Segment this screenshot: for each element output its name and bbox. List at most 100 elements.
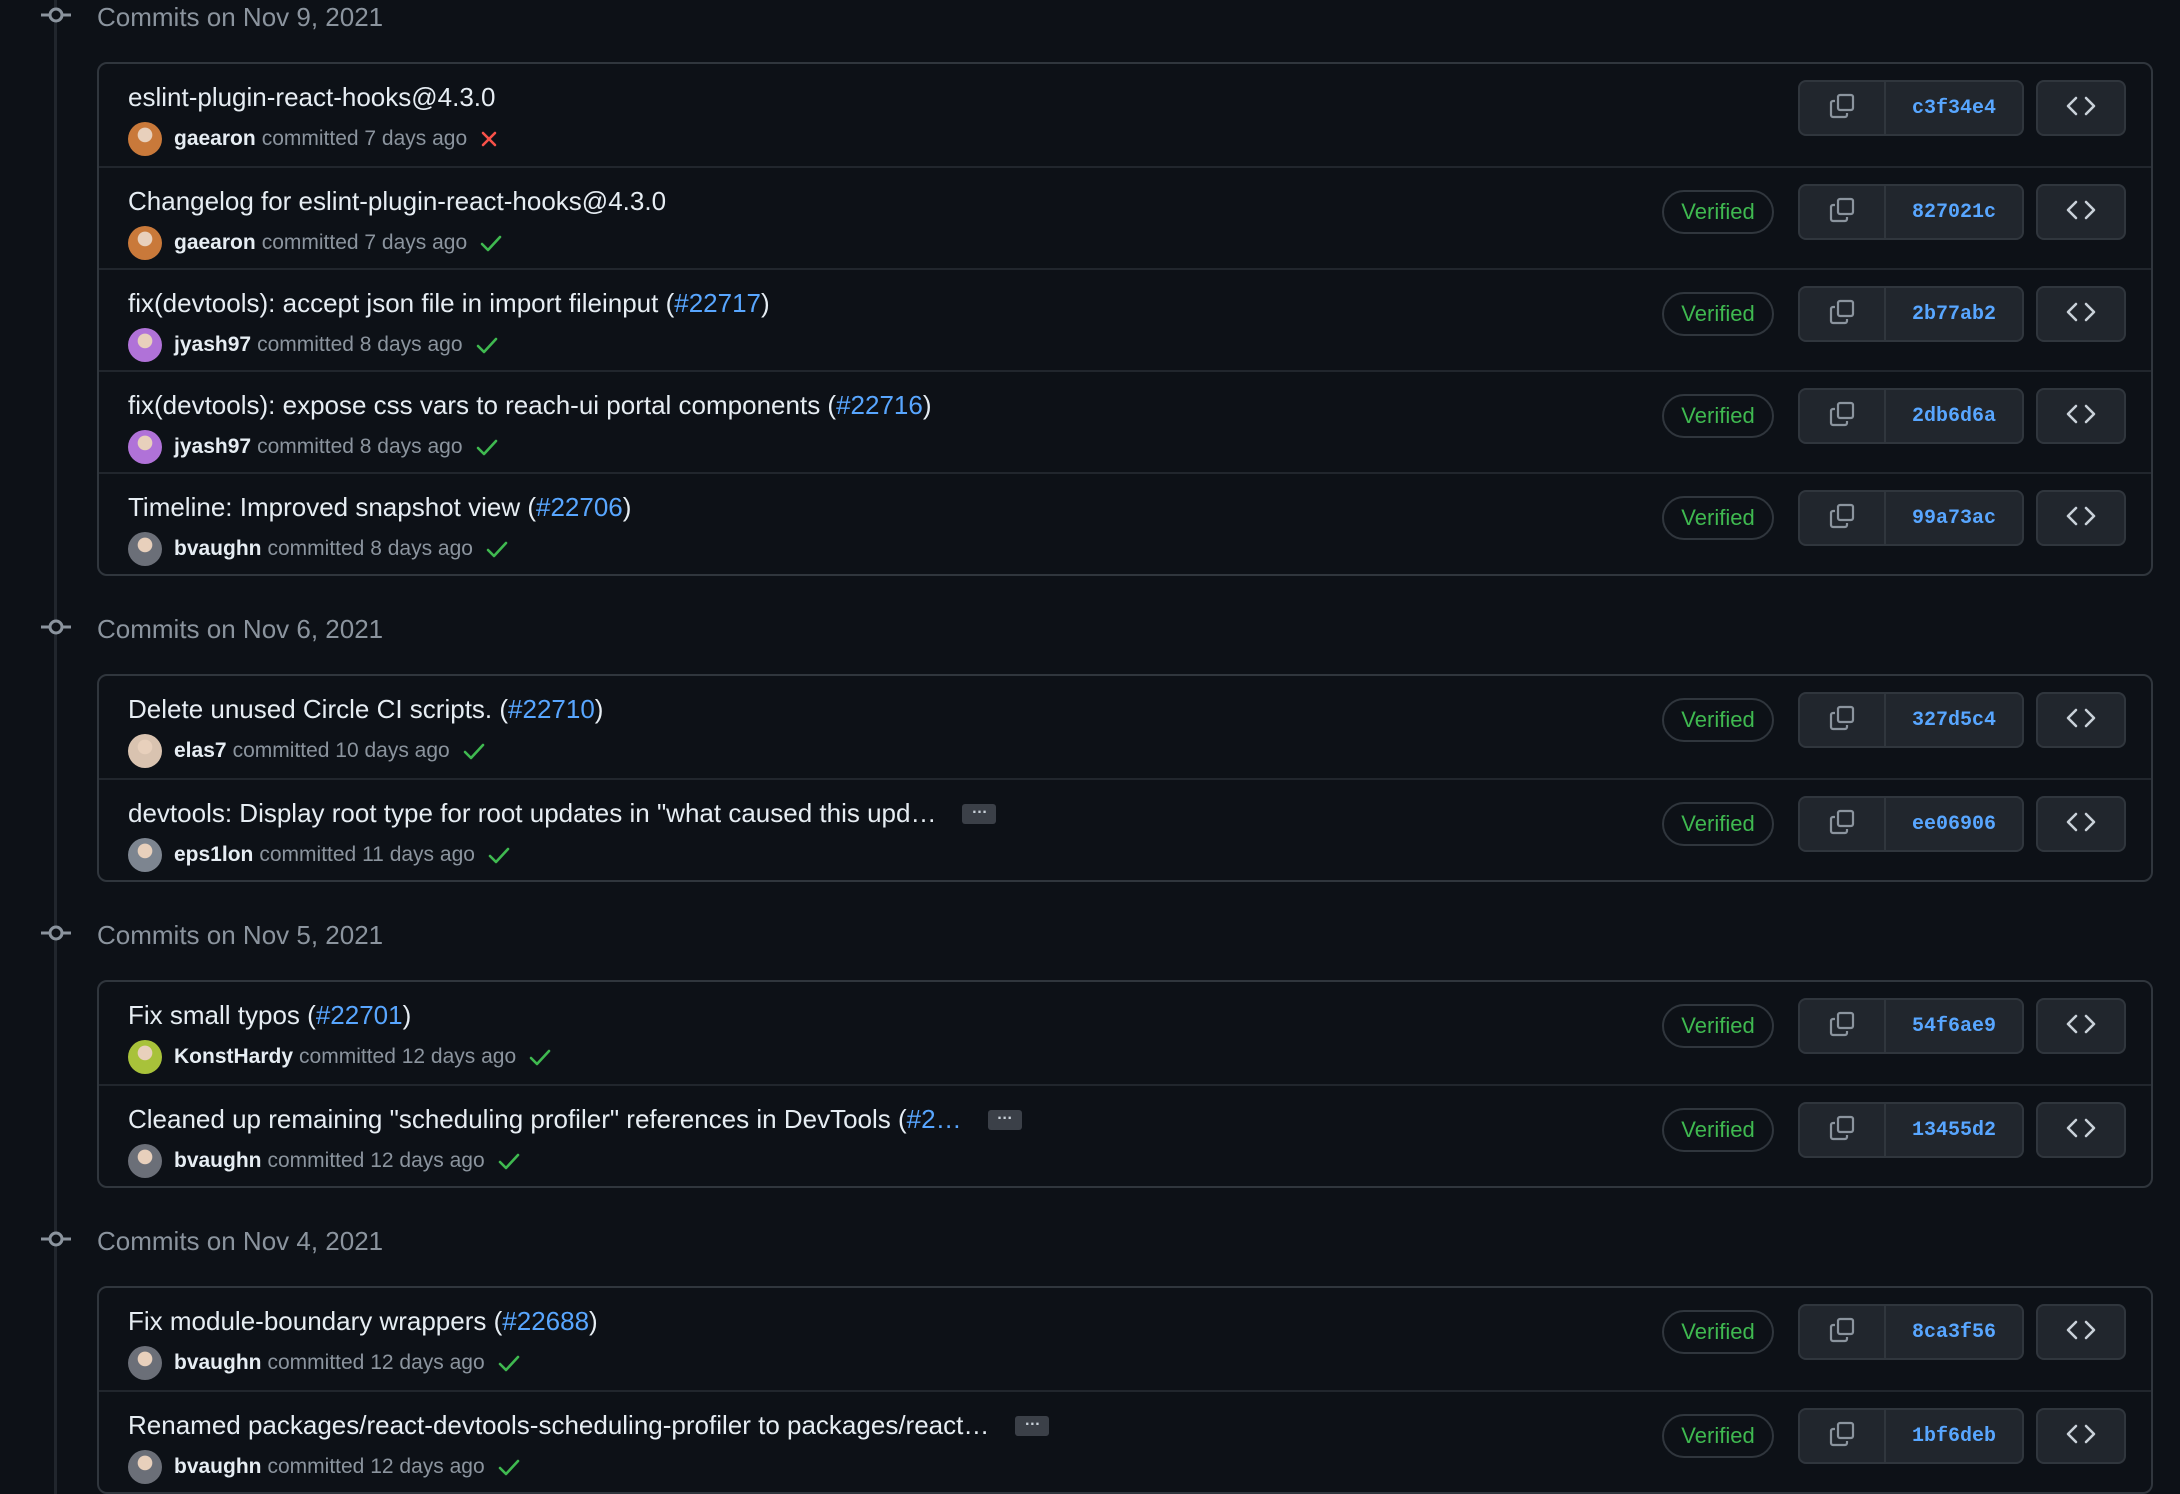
copy-sha-button[interactable] (1800, 1306, 1886, 1358)
copy-sha-button[interactable] (1800, 1410, 1886, 1462)
commit-message[interactable]: devtools: Display root type for root upd… (128, 798, 997, 829)
avatar[interactable] (128, 1144, 162, 1178)
commit-author[interactable]: KonstHardy (174, 1045, 293, 1069)
commit-message[interactable]: eslint-plugin-react-hooks@4.3.0 (128, 82, 495, 113)
commit-sha-link[interactable]: 2db6d6a (1886, 390, 2022, 442)
commit-author[interactable]: gaearon (174, 231, 256, 255)
browse-repository-button[interactable] (2036, 388, 2126, 444)
expand-message-button[interactable]: … (987, 1106, 1022, 1130)
commit-author[interactable]: bvaughn (174, 1455, 262, 1479)
check-icon[interactable] (497, 1457, 521, 1477)
avatar[interactable] (128, 430, 162, 464)
pull-request-link[interactable]: #22701 (316, 1000, 403, 1031)
commit-message[interactable]: Delete unused Circle CI scripts. (#22710… (128, 694, 603, 725)
commit-message-text[interactable]: Cleaned up remaining "scheduling profile… (128, 1104, 907, 1135)
commit-sha-link[interactable]: 99a73ac (1886, 492, 2022, 544)
verified-badge[interactable]: Verified (1662, 1108, 1774, 1152)
commit-message-text[interactable]: fix(devtools): accept json file in impor… (128, 288, 674, 319)
commit-message-text[interactable]: Delete unused Circle CI scripts. ( (128, 694, 508, 725)
verified-badge[interactable]: Verified (1662, 1004, 1774, 1048)
commit-author[interactable]: gaearon (174, 127, 256, 151)
commit-message-text[interactable]: devtools: Display root type for root upd… (128, 798, 936, 829)
check-icon[interactable] (497, 1151, 521, 1171)
pull-request-link[interactable]: #22717 (674, 288, 761, 319)
expand-message-button[interactable]: … (1015, 1412, 1050, 1436)
commit-message[interactable]: Timeline: Improved snapshot view (#22706… (128, 492, 631, 523)
browse-repository-button[interactable] (2036, 1102, 2126, 1158)
avatar[interactable] (128, 838, 162, 872)
commit-message[interactable]: fix(devtools): accept json file in impor… (128, 288, 770, 319)
copy-sha-button[interactable] (1800, 1000, 1886, 1052)
browse-repository-button[interactable] (2036, 998, 2126, 1054)
browse-repository-button[interactable] (2036, 184, 2126, 240)
commit-sha-link[interactable]: 827021c (1886, 186, 2022, 238)
commit-sha-link[interactable]: 13455d2 (1886, 1104, 2022, 1156)
avatar[interactable] (128, 734, 162, 768)
copy-sha-button[interactable] (1800, 288, 1886, 340)
check-icon[interactable] (485, 539, 509, 559)
pull-request-link[interactable]: #22710 (508, 694, 595, 725)
commit-message[interactable]: fix(devtools): expose css vars to reach-… (128, 390, 932, 421)
commit-sha-link[interactable]: 54f6ae9 (1886, 1000, 2022, 1052)
expand-message-button[interactable]: … (962, 800, 997, 824)
commit-sha-link[interactable]: ee06906 (1886, 798, 2022, 850)
commit-message-text[interactable]: Fix small typos ( (128, 1000, 316, 1031)
commit-author[interactable]: bvaughn (174, 537, 262, 561)
copy-sha-button[interactable] (1800, 492, 1886, 544)
avatar[interactable] (128, 226, 162, 260)
check-icon[interactable] (497, 1353, 521, 1373)
browse-repository-button[interactable] (2036, 796, 2126, 852)
check-icon[interactable] (475, 335, 499, 355)
check-icon[interactable] (528, 1047, 552, 1067)
pull-request-link[interactable]: #22716 (836, 390, 923, 421)
avatar[interactable] (128, 328, 162, 362)
copy-sha-button[interactable] (1800, 82, 1886, 134)
pull-request-link[interactable]: #22688 (502, 1306, 589, 1337)
browse-repository-button[interactable] (2036, 286, 2126, 342)
check-icon[interactable] (475, 437, 499, 457)
commit-message[interactable]: Cleaned up remaining "scheduling profile… (128, 1104, 1022, 1135)
copy-sha-button[interactable] (1800, 1104, 1886, 1156)
verified-badge[interactable]: Verified (1662, 1310, 1774, 1354)
check-icon[interactable] (487, 845, 511, 865)
browse-repository-button[interactable] (2036, 1408, 2126, 1464)
commit-sha-link[interactable]: 8ca3f56 (1886, 1306, 2022, 1358)
verified-badge[interactable]: Verified (1662, 496, 1774, 540)
commit-author[interactable]: bvaughn (174, 1149, 262, 1173)
copy-sha-button[interactable] (1800, 694, 1886, 746)
browse-repository-button[interactable] (2036, 692, 2126, 748)
commit-message-text[interactable]: fix(devtools): expose css vars to reach-… (128, 390, 836, 421)
avatar[interactable] (128, 1450, 162, 1484)
commit-author[interactable]: eps1lon (174, 843, 253, 867)
copy-sha-button[interactable] (1800, 798, 1886, 850)
verified-badge[interactable]: Verified (1662, 1414, 1774, 1458)
commit-sha-link[interactable]: 2b77ab2 (1886, 288, 2022, 340)
verified-badge[interactable]: Verified (1662, 190, 1774, 234)
verified-badge[interactable]: Verified (1662, 802, 1774, 846)
copy-sha-button[interactable] (1800, 390, 1886, 442)
commit-sha-link[interactable]: c3f34e4 (1886, 82, 2022, 134)
copy-sha-button[interactable] (1800, 186, 1886, 238)
verified-badge[interactable]: Verified (1662, 292, 1774, 336)
commit-author[interactable]: elas7 (174, 739, 227, 763)
commit-author[interactable]: jyash97 (174, 333, 251, 357)
commit-message-text[interactable]: eslint-plugin-react-hooks@4.3.0 (128, 82, 495, 113)
avatar[interactable] (128, 532, 162, 566)
browse-repository-button[interactable] (2036, 1304, 2126, 1360)
commit-sha-link[interactable]: 1bf6deb (1886, 1410, 2022, 1462)
pull-request-link[interactable]: #22706 (536, 492, 623, 523)
commit-message[interactable]: Changelog for eslint-plugin-react-hooks@… (128, 186, 666, 217)
check-icon[interactable] (462, 741, 486, 761)
avatar[interactable] (128, 1040, 162, 1074)
browse-repository-button[interactable] (2036, 490, 2126, 546)
commit-message-text[interactable]: Timeline: Improved snapshot view ( (128, 492, 536, 523)
commit-author[interactable]: jyash97 (174, 435, 251, 459)
commit-message[interactable]: Fix small typos (#22701) (128, 1000, 411, 1031)
avatar[interactable] (128, 122, 162, 156)
avatar[interactable] (128, 1346, 162, 1380)
x-icon[interactable] (479, 129, 499, 149)
commit-message[interactable]: Renamed packages/react-devtools-scheduli… (128, 1410, 1050, 1441)
commit-sha-link[interactable]: 327d5c4 (1886, 694, 2022, 746)
browse-repository-button[interactable] (2036, 80, 2126, 136)
commit-author[interactable]: bvaughn (174, 1351, 262, 1375)
